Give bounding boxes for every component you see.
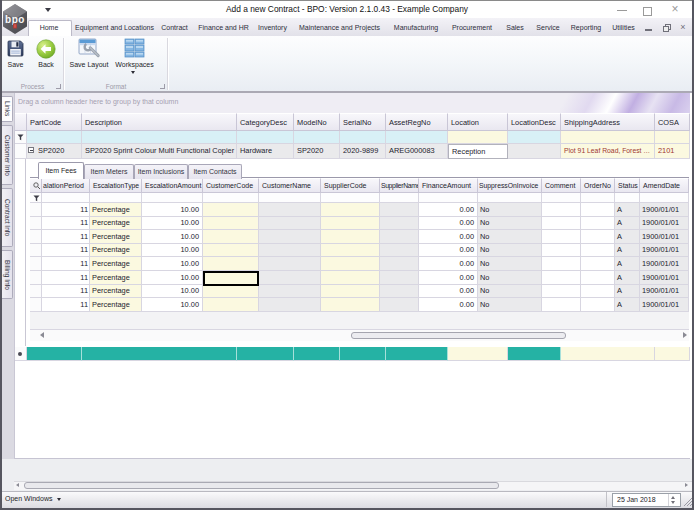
svg-text:bpo: bpo [5,14,25,25]
